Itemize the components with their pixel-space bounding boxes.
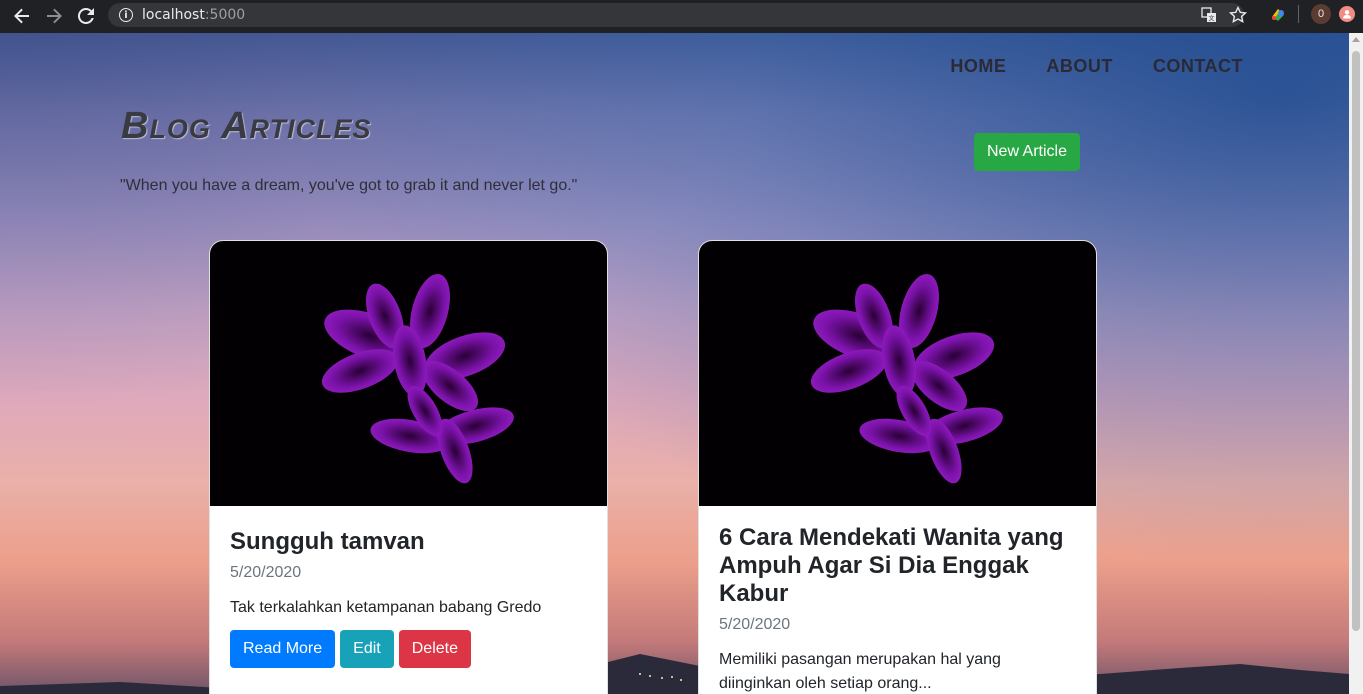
- scroll-up-arrow-icon[interactable]: [1352, 37, 1360, 42]
- extension-badge-icon[interactable]: 0: [1311, 4, 1331, 24]
- page-viewport: HOME ABOUT CONTACT Blog Articles "When y…: [0, 33, 1349, 694]
- article-actions: Read More Edit Delete: [230, 630, 587, 668]
- page-scrollbar[interactable]: [1349, 33, 1363, 694]
- article-excerpt: Tak terkalahkan ketampanan babang Gredo: [230, 599, 542, 616]
- address-bar[interactable]: i localhost:5000: [108, 3, 1244, 27]
- url-text: localhost:5000: [142, 7, 245, 23]
- edit-button[interactable]: Edit: [340, 630, 394, 668]
- url-port: :5000: [204, 7, 246, 23]
- article-image: [210, 241, 607, 506]
- article-card-body: 6 Cara Mendekati Wanita yang Ampuh Agar …: [699, 506, 1096, 694]
- page-title: Blog Articles: [121, 105, 372, 147]
- mountain-silhouette: [0, 654, 1349, 694]
- article-title: Sungguh tamvan: [230, 528, 425, 555]
- back-icon[interactable]: [11, 5, 33, 27]
- nav-home-link[interactable]: HOME: [950, 56, 1006, 77]
- profile-avatar-icon[interactable]: [1339, 6, 1355, 22]
- extension-badge-count: 0: [1317, 8, 1325, 20]
- read-more-button[interactable]: Read More: [230, 630, 336, 668]
- svg-text:文: 文: [1208, 15, 1214, 23]
- top-navigation: HOME ABOUT CONTACT: [950, 56, 1243, 77]
- article-date: 5/20/2020: [719, 616, 791, 633]
- article-image: [699, 241, 1096, 506]
- nav-contact-link[interactable]: CONTACT: [1153, 56, 1243, 77]
- article-card-body: Sungguh tamvan 5/20/2020 Tak terkalahkan…: [210, 506, 607, 668]
- page-quote: "When you have a dream, you've got to gr…: [120, 177, 578, 194]
- extension-colorful-icon[interactable]: [1269, 6, 1287, 29]
- article-date: 5/20/2020: [230, 564, 302, 581]
- toolbar-separator: [1298, 5, 1299, 23]
- bookmark-star-icon[interactable]: [1228, 5, 1248, 29]
- scrollbar-thumb[interactable]: [1352, 51, 1360, 631]
- forward-icon[interactable]: [43, 5, 65, 27]
- article-excerpt: Memiliki pasangan merupakan hal yang dii…: [719, 651, 1001, 692]
- article-card: Sungguh tamvan 5/20/2020 Tak terkalahkan…: [209, 240, 608, 694]
- new-article-button[interactable]: New Article: [974, 133, 1080, 171]
- delete-button[interactable]: Delete: [398, 630, 471, 668]
- reload-icon[interactable]: [75, 5, 97, 27]
- article-title: 6 Cara Mendekati Wanita yang Ampuh Agar …: [719, 524, 1064, 607]
- url-host: localhost: [142, 7, 205, 23]
- article-card: 6 Cara Mendekati Wanita yang Ampuh Agar …: [698, 240, 1097, 694]
- site-info-icon[interactable]: i: [119, 8, 133, 22]
- browser-toolbar: i localhost:5000 文 0: [0, 0, 1363, 32]
- translate-icon[interactable]: 文: [1201, 7, 1217, 28]
- nav-about-link[interactable]: ABOUT: [1046, 56, 1113, 77]
